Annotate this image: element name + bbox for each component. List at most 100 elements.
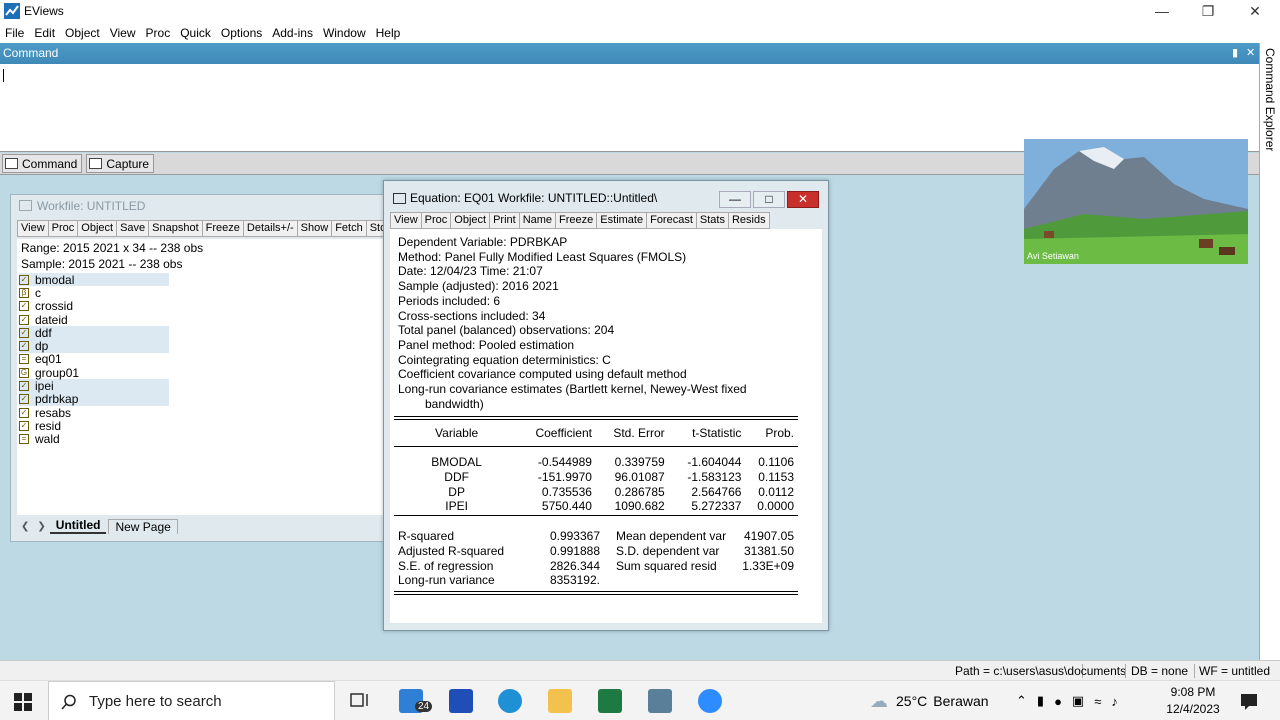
tab-capture[interactable]: Capture [86, 154, 155, 173]
tab-command[interactable]: Command [2, 154, 83, 173]
command-explorer-panel[interactable]: Command Explorer [1259, 43, 1280, 660]
workfile-page-tabs: ❮ ❯ Untitled New Page [17, 517, 178, 535]
workfile-object-item[interactable]: Ggroup01 [19, 366, 169, 380]
menu-quick[interactable]: Quick [175, 26, 216, 40]
workfile-object-item[interactable]: ✓ dp [19, 339, 169, 353]
taskbar-clock[interactable]: 9:08 PM 12/4/2023 [1163, 684, 1223, 718]
minimize-button[interactable]: — [1139, 0, 1185, 22]
windows-taskbar: Type here to search 24 ☁ 25°C Berawan ⌃ … [0, 680, 1280, 720]
wf-btn-object[interactable]: Object [78, 219, 118, 237]
workfile-object-item[interactable]: βc [19, 285, 169, 300]
estimation-header-line: Sample (adjusted): 2016 2021 [398, 279, 559, 294]
weather-widget[interactable]: ☁ 25°C Berawan [870, 681, 989, 720]
command-close-icon[interactable]: ✕ [1246, 43, 1255, 64]
equation-output: Dependent Variable: PDRBKAP Method: Panel… [390, 229, 822, 623]
estimation-header-line: Method: Panel Fully Modified Least Squar… [398, 249, 687, 264]
taskbar-search-box[interactable]: Type here to search [48, 681, 335, 720]
menu-edit[interactable]: Edit [29, 26, 60, 40]
workfile-object-item[interactable]: ✓ crossid [19, 299, 169, 313]
summary-stats-table: R-squared 0.993367 Mean dependent var 41907… [394, 529, 798, 588]
menu-view[interactable]: View [105, 26, 141, 40]
workfile-object-item[interactable]: ✓ resid [19, 419, 169, 433]
table-cell: 1.33E+09 [742, 558, 794, 573]
workfile-object-name: wald [35, 432, 60, 447]
wf-btn-save[interactable]: Save [117, 219, 150, 237]
workfile-object-item[interactable]: ✓ dateid [19, 313, 169, 327]
task-view-icon[interactable] [348, 689, 372, 713]
tab-scroll-left-icon[interactable]: ❮ [21, 521, 29, 532]
wf-btn-show[interactable]: Show [297, 219, 333, 237]
eq-minimize-button[interactable]: — [719, 191, 751, 208]
mail-icon[interactable]: 24 [399, 689, 433, 713]
table-cell: 31381.50 [743, 544, 794, 559]
menu-options[interactable]: Options [216, 26, 267, 40]
pin-icon[interactable]: ▮ [1232, 43, 1238, 64]
table-cell: 5750.440 [541, 499, 592, 514]
workfile-object-item[interactable]: ✓ bmodal [19, 273, 169, 287]
wf-btn-details[interactable]: Details+/- [243, 219, 298, 237]
group-icon: G [19, 367, 29, 378]
wf-btn-proc[interactable]: Proc [48, 219, 79, 237]
restore-button[interactable]: ❐ [1185, 0, 1231, 22]
workfile-object-name: c [35, 285, 41, 300]
windows-start-icon[interactable] [14, 693, 32, 711]
edge-browser-icon[interactable] [498, 689, 522, 713]
menu-file[interactable]: File [0, 26, 29, 40]
close-button[interactable]: ✕ [1232, 0, 1278, 22]
status-path: Path = c:\users\asus\documents [955, 664, 1127, 678]
tab-scroll-right-icon[interactable]: ❯ [37, 521, 45, 532]
table-cell: -1.604044 [687, 455, 742, 470]
eq-maximize-button[interactable]: □ [753, 191, 785, 208]
table-cell: 0.1153 [758, 470, 794, 485]
wf-btn-view[interactable]: View [17, 219, 49, 237]
workfile-object-item[interactable]: ✓ ddf [19, 326, 169, 340]
table-cell: IPEI [445, 499, 468, 514]
eviews-taskbar-icon[interactable] [648, 689, 672, 713]
video-thumbnail[interactable]: Avi Setiawan [1024, 139, 1248, 264]
menu-add-ins[interactable]: Add-ins [267, 26, 318, 40]
table-row: IPEI 5750.440 1090.682 5.272337 0.0000 [394, 499, 798, 514]
workfile-object-list: ✓ bmodal β c ✓ crossid ✓ dateid ✓ ddf ✓ dp = eq01 Ggro… [19, 273, 169, 446]
table-rule [394, 419, 798, 420]
eq-close-button[interactable]: ✕ [787, 191, 819, 208]
file-explorer-icon[interactable] [548, 689, 572, 713]
app-icon-blue[interactable] [449, 689, 473, 713]
wifi-icon[interactable]: ≈ [1094, 694, 1101, 709]
wf-btn-fetch[interactable]: Fetch [332, 219, 367, 237]
workfile-object-item[interactable]: ✓ pdrbkap [19, 392, 169, 406]
workfile-object-item[interactable]: = eq01 [19, 352, 169, 366]
table-cell: -151.9970 [537, 470, 592, 485]
tray-chevron-up-icon[interactable]: ⌃ [1016, 693, 1027, 709]
tab-new-page[interactable]: New Page [108, 518, 178, 534]
excel-icon[interactable] [598, 689, 622, 713]
status-db: DB = none [1131, 664, 1189, 678]
workfile-window[interactable]: Workfile: UNTITLED View Proc Object Save… [10, 194, 415, 542]
command-tab-icon [5, 158, 18, 169]
workfile-object-item[interactable]: ✓ ipei [19, 379, 169, 393]
workfile-object-item[interactable]: = wald [19, 432, 169, 447]
notification-icon[interactable] [1237, 689, 1261, 713]
workfile-sample[interactable]: Sample: 2015 2021 -- 238 obs [21, 257, 182, 271]
status-bar: Path = c:\users\asus\documents DB = none… [0, 660, 1280, 680]
equation-icon: = [19, 434, 29, 445]
menu-window[interactable]: Window [318, 26, 371, 40]
menu-object[interactable]: Object [60, 26, 105, 40]
volume-icon[interactable]: ♪ [1111, 694, 1118, 709]
workfile-range[interactable]: Range: 2015 2021 x 34 -- 238 obs [21, 241, 203, 255]
wf-btn-freeze[interactable]: Freeze [202, 219, 244, 237]
microphone-icon[interactable]: ● [1054, 694, 1062, 709]
wf-btn-snapshot[interactable]: Snapshot [149, 219, 203, 237]
zoom-icon[interactable] [698, 689, 722, 713]
tab-untitled[interactable]: Untitled [49, 518, 107, 534]
menu-help[interactable]: Help [371, 26, 406, 40]
estimation-header-line: Periods included: 6 [398, 293, 501, 308]
menu-proc[interactable]: Proc [141, 26, 176, 40]
capture-tab-icon [89, 158, 103, 169]
equation-title: Equation: EQ01 Workfile: UNTITLED::Untit… [410, 191, 658, 205]
equation-window[interactable]: Equation: EQ01 Workfile: UNTITLED::Untit… [383, 180, 829, 631]
workfile-object-item[interactable]: ✓ resabs [19, 406, 169, 420]
workfile-titlebar[interactable]: Workfile: UNTITLED [11, 195, 389, 217]
display-icon[interactable]: ▣ [1072, 693, 1084, 709]
battery-icon[interactable]: ▮ [1037, 693, 1044, 709]
table-cell: 0.339759 [614, 455, 665, 470]
